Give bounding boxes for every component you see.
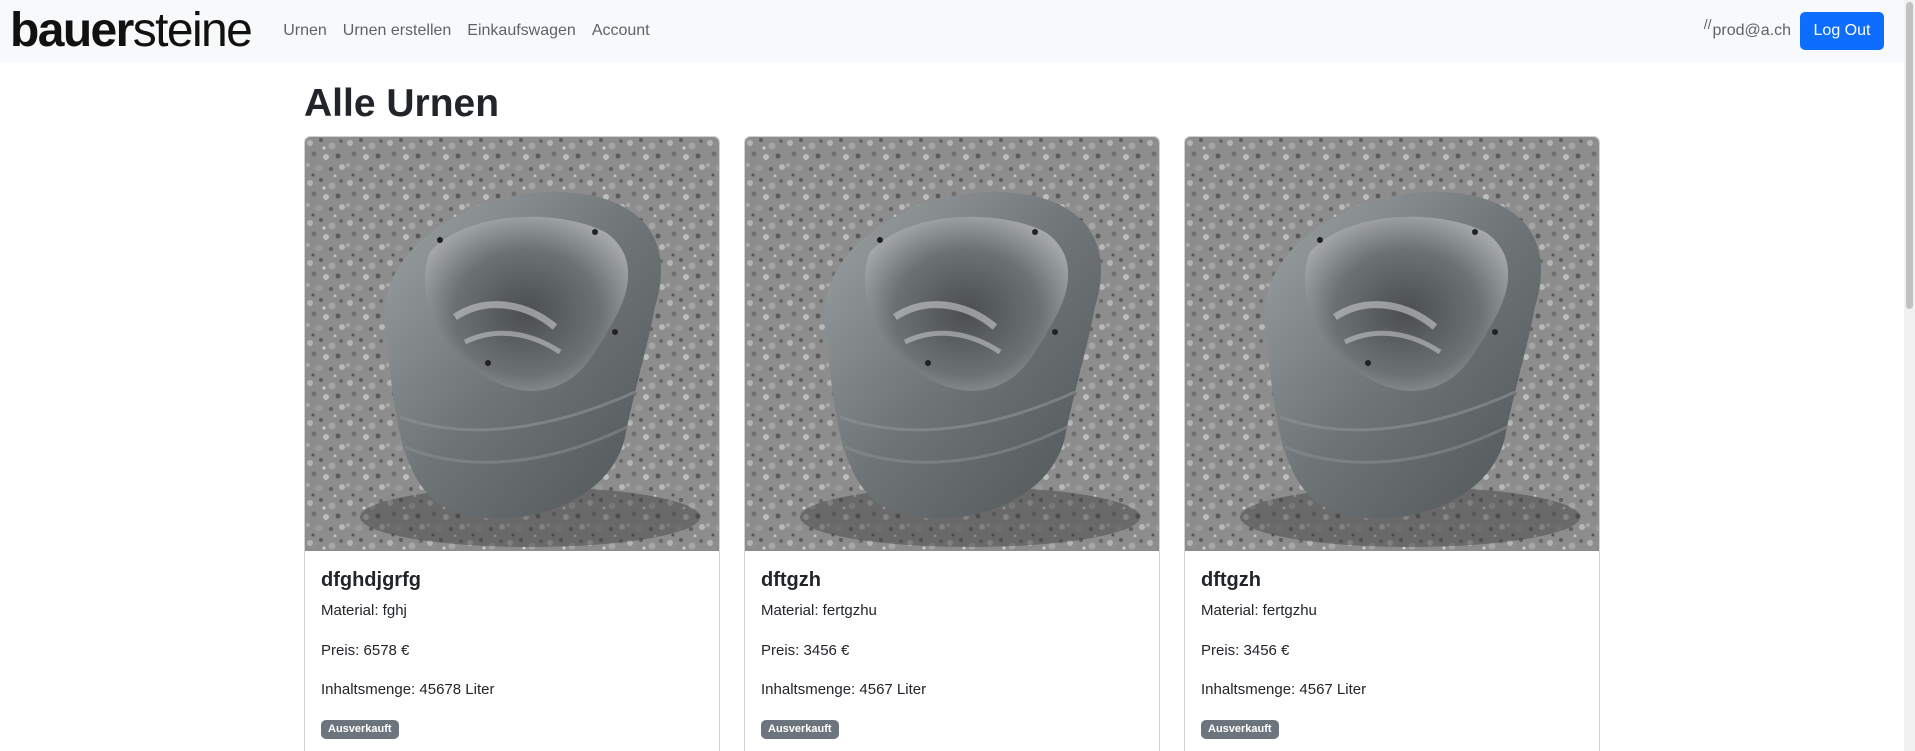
card-body: dftgzh Material: fertgzhu Preis: 3456 € … bbox=[745, 551, 1159, 751]
user-email: prod@a.ch bbox=[1712, 22, 1791, 39]
user-area: // prod@a.ch Log Out bbox=[1704, 0, 1884, 62]
nav-link-account[interactable]: Account bbox=[584, 0, 658, 62]
urn-image bbox=[1185, 137, 1599, 551]
sold-out-badge: Ausverkauft bbox=[1201, 719, 1279, 739]
urn-card[interactable]: dftgzh Material: fertgzhu Preis: 3456 € … bbox=[744, 136, 1160, 751]
page-scrollbar[interactable] bbox=[1904, 0, 1915, 751]
card-body: dftgzh Material: fertgzhu Preis: 3456 € … bbox=[1185, 551, 1599, 751]
nav-link-einkaufswagen[interactable]: Einkaufswagen bbox=[459, 0, 584, 62]
urn-volume: Inhaltsmenge: 4567 Liter bbox=[1201, 681, 1367, 698]
urn-card-list: dfghdjgrfg Material: fghj Preis: 6578 € … bbox=[304, 136, 1600, 751]
urn-title: dfghdjgrfg bbox=[321, 569, 421, 591]
card-body: dfghdjgrfg Material: fghj Preis: 6578 € … bbox=[305, 551, 719, 751]
urn-price: Preis: 3456 € bbox=[1201, 641, 1290, 659]
urn-title: dftgzh bbox=[761, 569, 821, 591]
urn-material: Material: fertgzhu bbox=[761, 602, 877, 619]
logout-button[interactable]: Log Out bbox=[1800, 12, 1884, 50]
urn-card[interactable]: dfghdjgrfg Material: fghj Preis: 6578 € … bbox=[304, 136, 720, 751]
urn-image bbox=[745, 137, 1159, 551]
sold-out-badge: Ausverkauft bbox=[761, 719, 839, 739]
urn-image bbox=[305, 137, 719, 551]
urn-card[interactable]: dftgzh Material: fertgzhu Preis: 3456 € … bbox=[1184, 136, 1600, 751]
page-title: Alle Urnen bbox=[304, 82, 500, 125]
top-navbar: bauer steine Urnen Urnen erstellen Einkau… bbox=[0, 0, 1904, 62]
nav-link-urnen[interactable]: Urnen bbox=[275, 0, 335, 62]
urn-price: Preis: 6578 € bbox=[321, 641, 410, 659]
urn-title: dftgzh bbox=[1201, 569, 1261, 591]
urn-volume: Inhaltsmenge: 4567 Liter bbox=[761, 681, 927, 698]
main-content: Alle Urnen dfghdjgrfg Material: fghj Pre… bbox=[304, 62, 1600, 751]
urn-material: Material: fghj bbox=[321, 602, 407, 619]
brand-logo[interactable]: bauer steine bbox=[10, 4, 253, 57]
scrollbar-thumb[interactable] bbox=[1906, 2, 1913, 309]
brand-logo-bold: bauer bbox=[10, 4, 134, 57]
nav-link-urnen-erstellen[interactable]: Urnen erstellen bbox=[335, 0, 460, 62]
urn-material: Material: fertgzhu bbox=[1201, 602, 1317, 619]
nav-links: Urnen Urnen erstellen Einkaufswagen Acco… bbox=[275, 0, 657, 62]
urn-volume: Inhaltsmenge: 45678 Liter bbox=[321, 681, 495, 698]
sold-out-badge: Ausverkauft bbox=[321, 719, 399, 739]
user-glyph: // bbox=[1703, 16, 1712, 32]
urn-price: Preis: 3456 € bbox=[761, 641, 850, 659]
brand-logo-light: steine bbox=[132, 4, 253, 57]
